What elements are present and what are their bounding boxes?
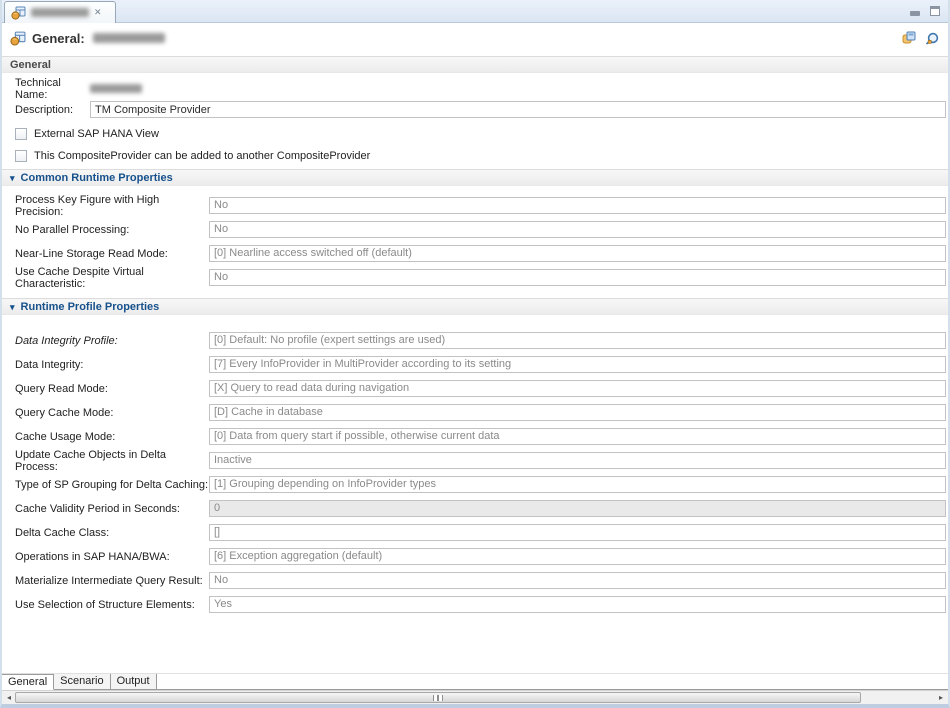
field-row: Materialize Intermediate Query Result: N… <box>15 572 946 589</box>
field-value[interactable]: 0 <box>209 500 946 517</box>
field-value[interactable]: [0] Nearline access switched off (defaul… <box>209 245 946 262</box>
field-row: Use Cache Despite Virtual Characteristic… <box>15 269 946 286</box>
page-title-redacted <box>93 33 165 43</box>
editor-tabstrip: ✕ <box>2 0 948 23</box>
field-label: Materialize Intermediate Query Result: <box>15 575 209 587</box>
tab-close-icon[interactable]: ✕ <box>94 8 102 17</box>
field-value[interactable]: No <box>209 221 946 238</box>
field-row: Query Read Mode: [X] Query to read data … <box>15 380 946 397</box>
bottom-tabbar-filler <box>157 674 948 690</box>
checkbox-label: External SAP HANA View <box>34 128 159 140</box>
field-value[interactable]: [X] Query to read data during navigation <box>209 380 946 397</box>
field-value[interactable]: [D] Cache in database <box>209 404 946 421</box>
collapse-triangle-icon: ▾ <box>10 170 15 186</box>
maximize-icon[interactable] <box>930 6 940 16</box>
minimize-icon[interactable] <box>910 11 920 16</box>
field-value[interactable]: No <box>209 269 946 286</box>
field-label: Query Cache Mode: <box>15 407 209 419</box>
field-value[interactable]: [7] Every InfoProvider in MultiProvider … <box>209 356 946 373</box>
tab-title-redacted <box>31 8 89 17</box>
open-sap-gui-button[interactable] <box>901 30 917 46</box>
field-value[interactable]: Yes <box>209 596 946 613</box>
field-row: Update Cache Objects in Delta Process: I… <box>15 452 946 469</box>
horizontal-scrollbar[interactable]: ◂ ▸ <box>2 690 948 704</box>
page-title: General: <box>32 31 85 46</box>
runtime-profile-fields: Data Integrity Profile: [0] Default: No … <box>2 332 948 613</box>
open-sap-gui-icon <box>902 31 916 45</box>
checkbox[interactable] <box>15 128 27 140</box>
field-value[interactable]: [0] Data from query start if possible, o… <box>209 428 946 445</box>
field-row: Use Selection of Structure Elements: Yes <box>15 596 946 613</box>
common-runtime-fields: Process Key Figure with High Precision: … <box>2 197 948 286</box>
section-title: Runtime Profile Properties <box>21 301 160 313</box>
field-row: Near-Line Storage Read Mode: [0] Nearlin… <box>15 245 946 262</box>
field-label: Data Integrity Profile: <box>15 335 209 347</box>
field-label: Cache Validity Period in Seconds: <box>15 503 209 515</box>
field-label: Near-Line Storage Read Mode: <box>15 248 209 260</box>
field-label: Process Key Figure with High Precision: <box>15 194 209 218</box>
field-row: Operations in SAP HANA/BWA: [6] Exceptio… <box>15 548 946 565</box>
compositeprovider-icon <box>11 6 26 20</box>
section-common-runtime-header[interactable]: ▾ Common Runtime Properties <box>2 169 948 186</box>
where-used-button[interactable] <box>924 30 940 46</box>
bottom-bar: General Scenario Output ◂ ▸ <box>2 673 948 704</box>
field-row: Process Key Figure with High Precision: … <box>15 197 946 214</box>
field-row: Query Cache Mode: [D] Cache in database <box>15 404 946 421</box>
field-label: Use Cache Despite Virtual Characteristic… <box>15 266 209 290</box>
checkbox-row: This CompositeProvider can be added to a… <box>15 149 948 162</box>
field-value[interactable]: [0] Default: No profile (expert settings… <box>209 332 946 349</box>
field-label: Data Integrity: <box>15 359 209 371</box>
field-label: Query Read Mode: <box>15 383 209 395</box>
where-used-search-icon <box>925 31 939 45</box>
field-label: Cache Usage Mode: <box>15 431 209 443</box>
field-value[interactable]: Inactive <box>209 452 946 469</box>
field-label: Operations in SAP HANA/BWA: <box>15 551 209 563</box>
technical-name-label: Technical Name: <box>15 77 90 101</box>
compositeprovider-icon <box>10 31 26 46</box>
section-title: Common Runtime Properties <box>21 172 173 184</box>
editor-tab[interactable]: ✕ <box>4 1 116 23</box>
field-value[interactable]: [] <box>209 524 946 541</box>
checkbox-label: This CompositeProvider can be added to a… <box>34 150 370 162</box>
field-label: Delta Cache Class: <box>15 527 209 539</box>
field-label: Update Cache Objects in Delta Process: <box>15 449 209 473</box>
field-row: Cache Usage Mode: [0] Data from query st… <box>15 428 946 445</box>
field-row: Type of SP Grouping for Delta Caching: [… <box>15 476 946 493</box>
checkbox-row: External SAP HANA View <box>15 127 948 140</box>
scroll-right-icon[interactable]: ▸ <box>935 692 947 704</box>
editor-window: ✕ General: <box>0 0 950 708</box>
checkbox[interactable] <box>15 150 27 162</box>
field-row: No Parallel Processing: No <box>15 221 946 238</box>
field-label: Type of SP Grouping for Delta Caching: <box>15 479 209 491</box>
field-row: Cache Validity Period in Seconds: 0 <box>15 500 946 517</box>
field-value[interactable]: No <box>209 572 946 589</box>
description-label: Description: <box>15 104 90 116</box>
section-runtime-profile-header[interactable]: ▾ Runtime Profile Properties <box>2 298 948 315</box>
field-label: No Parallel Processing: <box>15 224 209 236</box>
section-general-header: General <box>2 56 948 73</box>
scrollbar-thumb[interactable] <box>15 692 861 703</box>
bottom-tabbar: General Scenario Output <box>2 673 948 690</box>
field-value[interactable]: [1] Grouping depending on InfoProvider t… <box>209 476 946 493</box>
technical-name-value-redacted <box>90 84 142 93</box>
field-row: Delta Cache Class: [] <box>15 524 946 541</box>
form-header: General: <box>2 23 948 53</box>
field-row: Data Integrity: [7] Every InfoProvider i… <box>15 356 946 373</box>
checkbox-list: External SAP HANA View This CompositePro… <box>2 127 948 162</box>
field-label: Use Selection of Structure Elements: <box>15 599 209 611</box>
field-row: Data Integrity Profile: [0] Default: No … <box>15 332 946 349</box>
field-value[interactable]: [6] Exception aggregation (default) <box>209 548 946 565</box>
scroll-left-icon[interactable]: ◂ <box>3 692 15 704</box>
bottom-tab[interactable]: Scenario <box>54 674 110 690</box>
collapse-triangle-icon: ▾ <box>10 299 15 315</box>
field-value[interactable]: No <box>209 197 946 214</box>
bottom-tab[interactable]: General <box>2 674 54 690</box>
description-input[interactable] <box>90 101 946 118</box>
bottom-tab[interactable]: Output <box>111 674 157 690</box>
